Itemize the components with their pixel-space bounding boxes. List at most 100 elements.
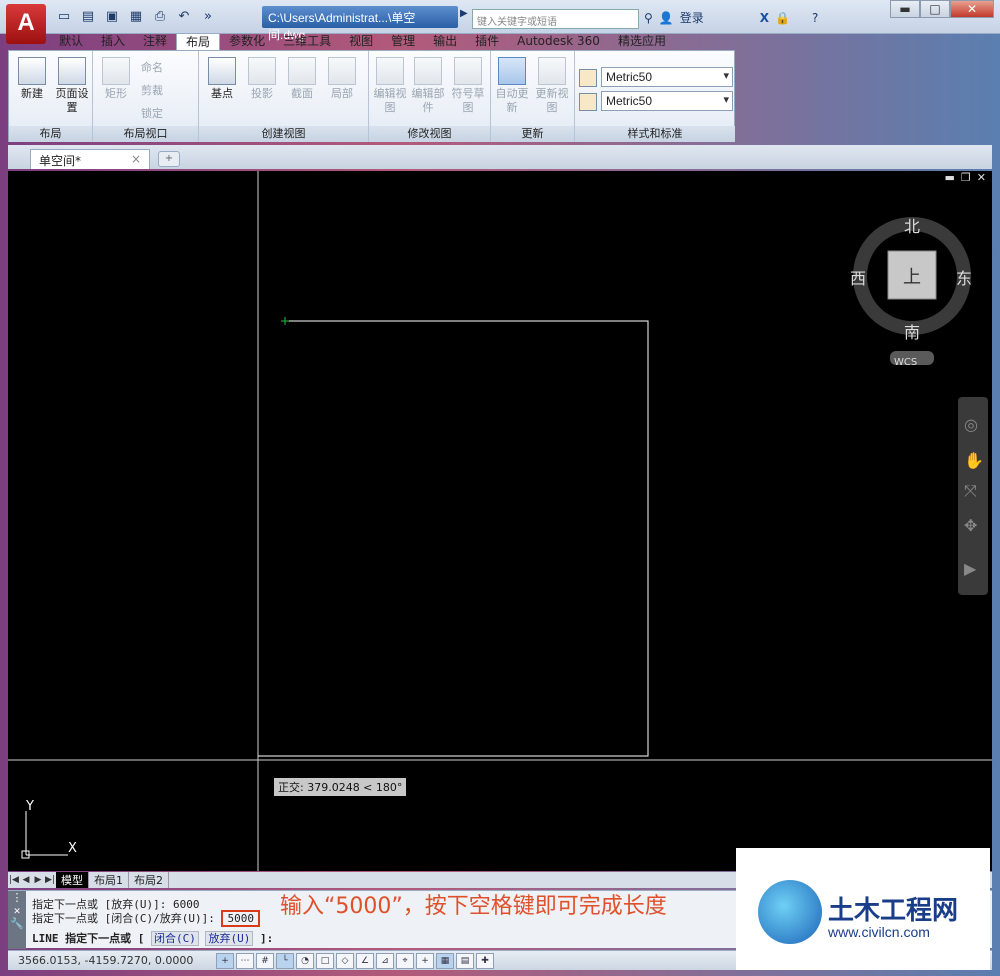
option-close[interactable]: 闭合(C)	[150, 931, 199, 946]
section-style-select[interactable]: Metric50	[601, 91, 733, 111]
view-style-icon	[579, 69, 597, 87]
subscription-icon[interactable]: 🔒	[775, 11, 790, 25]
close-button[interactable]: ✕	[950, 0, 994, 18]
nav-showmotion-icon[interactable]: ▶	[964, 559, 976, 578]
edit-view-button[interactable]: 编辑视图	[373, 57, 407, 115]
rectangle-button[interactable]: 矩形	[99, 57, 133, 101]
viewcube-west[interactable]: 西	[850, 265, 866, 289]
save-as-icon[interactable]: ▦	[126, 8, 146, 26]
lock-button[interactable]: 锁定	[141, 105, 163, 121]
tab-10[interactable]: Autodesk 360	[508, 33, 609, 51]
auto-update-button[interactable]: 自动更新	[495, 57, 529, 115]
lineweight-toggle[interactable]: +	[416, 953, 434, 969]
save-icon[interactable]: ▣	[102, 8, 122, 26]
help-icon[interactable]: ?	[812, 11, 818, 25]
section-view-button[interactable]: 截面	[285, 57, 319, 101]
command-window-handle[interactable]: ⋮ ✕ 🔧	[8, 891, 26, 949]
projected-view-button[interactable]: 投影	[245, 57, 279, 101]
last-tab-icon[interactable]: ▶|	[44, 875, 56, 885]
binoculars-icon[interactable]: ⚲	[644, 11, 653, 25]
first-tab-icon[interactable]: |◀	[8, 875, 20, 885]
option-undo[interactable]: 放弃(U)	[205, 931, 254, 946]
drawing-svg	[8, 171, 992, 871]
group-label-create-view: 创建视图	[199, 126, 368, 142]
group-label-modify-view: 修改视图	[369, 126, 490, 142]
page-setup-icon	[58, 57, 86, 85]
ortho-toggle[interactable]: └	[276, 953, 294, 969]
group-layout: 新建 页面设置 布局	[9, 51, 93, 142]
rename-button[interactable]: 命名	[141, 59, 163, 75]
group-label-update: 更新	[491, 126, 574, 142]
search-input[interactable]: 键入关键字或短语	[472, 9, 639, 29]
close-tab-icon[interactable]: ×	[131, 152, 141, 166]
page-setup-button[interactable]: 页面设置	[55, 57, 89, 115]
viewcube-east[interactable]: 东	[956, 265, 972, 289]
otrack-toggle[interactable]: ∠	[356, 953, 374, 969]
base-view-button[interactable]: 基点	[205, 57, 239, 101]
selection-cycling-toggle[interactable]: ✚	[476, 953, 494, 969]
nav-orbit-icon[interactable]: ◎	[964, 415, 978, 434]
nav-zoom-icon[interactable]: ⤧	[964, 481, 977, 501]
command-prompt[interactable]: LINE 指定下一点或 [ 闭合(C) 放弃(U) ]:	[32, 930, 273, 946]
open-folder-icon[interactable]: ▤	[78, 8, 98, 26]
tab-6[interactable]: 视图	[340, 33, 382, 51]
title-arrow-icon[interactable]: ▶	[460, 8, 468, 19]
drawing-canvas[interactable]: ▬ ❐ ✕ 北 南 西 东 上 WCS ◎ ✋ ⤧ ✥ ▶ 正交: 379.02…	[8, 171, 992, 871]
tab-layout1[interactable]: 布局1	[89, 872, 129, 888]
print-icon[interactable]: ⎙	[150, 8, 170, 26]
snap-mode-toggle[interactable]: ⋯	[236, 953, 254, 969]
new-layout-button[interactable]: 新建	[15, 57, 49, 101]
new-file-icon[interactable]: ▭	[54, 8, 74, 26]
tab-8[interactable]: 输出	[424, 33, 466, 51]
grid-toggle[interactable]: #	[256, 953, 274, 969]
minimize-button[interactable]: ▬	[890, 0, 920, 18]
command-prompt-text: LINE 指定下一点或 [	[32, 932, 145, 945]
tab-9[interactable]: 插件	[466, 33, 508, 51]
tab-2[interactable]: 注释	[134, 33, 176, 51]
tab-1[interactable]: 插入	[92, 33, 134, 51]
next-tab-icon[interactable]: ▶	[32, 875, 44, 885]
tab-0[interactable]: 默认	[50, 33, 92, 51]
edit-component-button[interactable]: 编辑部件	[411, 57, 445, 115]
tab-7[interactable]: 管理	[382, 33, 424, 51]
viewport-restore-icon[interactable]: ❐	[961, 171, 971, 184]
viewport-close-icon[interactable]: ✕	[977, 171, 986, 184]
tab-5[interactable]: 三维工具	[274, 33, 340, 51]
tab-4[interactable]: 参数化	[220, 33, 274, 51]
undo-icon[interactable]: ↶	[174, 8, 194, 26]
viewport-minimize-icon[interactable]: ▬	[945, 171, 955, 184]
polar-toggle[interactable]: ◔	[296, 953, 314, 969]
view-style-select[interactable]: Metric50	[601, 67, 733, 87]
update-view-button[interactable]: 更新视图	[535, 57, 569, 115]
infer-constraints-toggle[interactable]: +	[216, 953, 234, 969]
tab-3[interactable]: 布局	[176, 33, 221, 51]
clip-button[interactable]: 剪裁	[141, 82, 163, 98]
nav-steering-icon[interactable]: ✥	[964, 516, 977, 535]
document-tab[interactable]: 单空间* ×	[30, 149, 150, 169]
maximize-button[interactable]: □	[920, 0, 950, 18]
osnap-toggle[interactable]: □	[316, 953, 334, 969]
transparency-toggle[interactable]: ▦	[436, 953, 454, 969]
exchange-icon[interactable]: X	[760, 11, 769, 25]
tab-layout2[interactable]: 布局2	[129, 872, 169, 888]
wcs-label[interactable]: WCS	[894, 357, 917, 368]
login-link[interactable]: 登录	[680, 9, 704, 26]
3d-osnap-toggle[interactable]: ◇	[336, 953, 354, 969]
command-history-line-2: 指定下一点或 [闭合(C)/放弃(U)]: 5000	[32, 910, 260, 927]
user-icon[interactable]: 👤	[659, 11, 674, 25]
viewcube-top-label[interactable]: 上	[903, 263, 921, 289]
application-menu-button[interactable]: A	[6, 4, 46, 44]
nav-pan-icon[interactable]: ✋	[964, 451, 984, 470]
more-icon[interactable]: »	[198, 8, 218, 26]
new-tab-button[interactable]: +	[158, 151, 180, 167]
viewcube-south[interactable]: 南	[904, 319, 920, 343]
tab-11[interactable]: 精选应用	[609, 33, 675, 51]
dyn-toggle[interactable]: ⌖	[396, 953, 414, 969]
tab-model[interactable]: 模型	[56, 872, 89, 888]
detail-view-button[interactable]: 局部	[325, 57, 359, 101]
symbol-sketch-button[interactable]: 符号草图	[451, 57, 485, 115]
viewcube-north[interactable]: 北	[904, 213, 920, 237]
quick-properties-toggle[interactable]: ▤	[456, 953, 474, 969]
prev-tab-icon[interactable]: ◀	[20, 875, 32, 885]
ducs-toggle[interactable]: ⊿	[376, 953, 394, 969]
